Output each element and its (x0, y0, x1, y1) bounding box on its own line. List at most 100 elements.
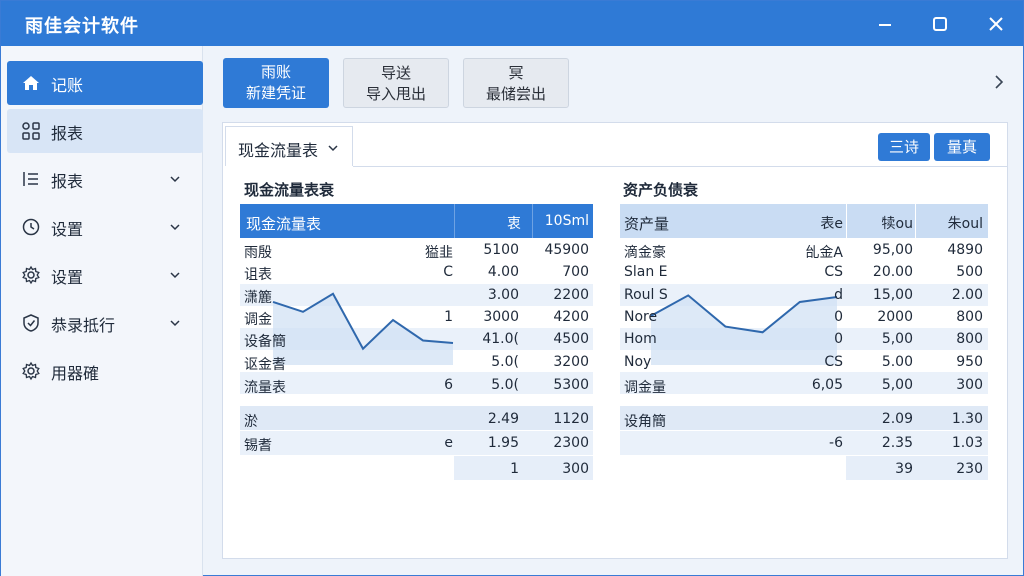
table-cell: C (443, 264, 453, 280)
table-cell: Hom (624, 331, 657, 347)
table-cell: 45900 (544, 242, 589, 258)
button-line-1: 冥 (508, 64, 524, 82)
table-cell: 5,00 (881, 331, 913, 347)
button-line-2: 导入甩出 (365, 85, 426, 103)
table-cell: Noy (624, 354, 652, 370)
sidebar-item-label: 记账 (51, 76, 84, 95)
table-cell: 15,00 (872, 287, 913, 303)
table-cell: 6 (444, 377, 453, 393)
chevron-down-icon (167, 219, 183, 235)
button-line-1: 雨账 (260, 63, 291, 81)
table-cell: 潇簏 (244, 290, 272, 306)
gear-icon (21, 265, 41, 285)
table-cell: 300 (956, 377, 983, 393)
filter-button[interactable]: 三诗 (878, 133, 930, 161)
clock-icon (21, 217, 41, 237)
sidebar-item-bookkeeping[interactable]: 记账 (7, 61, 203, 105)
table-cell: 獈韭 (425, 245, 453, 261)
button-line-1: 导送 (380, 64, 411, 82)
total-cell: 1 (510, 461, 519, 477)
total-cell: 设角簡 (624, 414, 666, 430)
total-cell: 300 (562, 461, 589, 477)
sidebar-item-label: 设置 (51, 268, 84, 287)
table-cell: 4.00 (487, 264, 519, 280)
table-cell: 5300 (553, 377, 589, 393)
gear-icon (21, 361, 41, 381)
table-cell: 4890 (947, 242, 983, 258)
list-icon (21, 169, 41, 189)
new-voucher-button[interactable]: 雨账 新建凭证 (223, 58, 329, 108)
total-cell: 锡耆 (244, 438, 272, 454)
column-divider (915, 204, 916, 238)
chevron-down-icon (326, 140, 340, 154)
app-title: 雨佳会计软件 (25, 16, 139, 37)
sidebar-item-settings-2[interactable]: 设置 (7, 253, 203, 297)
total-cell: 2.49 (487, 411, 519, 427)
table-cell: 41.0( (482, 331, 519, 347)
report-selector[interactable]: 现金流量表 (225, 126, 353, 166)
sidebar-item-label: 设置 (51, 220, 84, 239)
table-cell: 诅表 (244, 267, 272, 283)
column-divider (454, 204, 455, 238)
maximize-icon[interactable] (929, 13, 951, 35)
table-cell: 4500 (553, 331, 589, 347)
table-cell: 1 (444, 309, 453, 325)
grid-icon (21, 121, 41, 141)
table-cell: 5,00 (881, 377, 913, 393)
header-cell: 表e (820, 216, 843, 232)
header-cell: 朱oul (947, 216, 983, 232)
table-cell: 4200 (553, 309, 589, 325)
table-cell: 3000 (483, 309, 519, 325)
total-cell: 230 (956, 461, 983, 477)
trend-area (273, 293, 453, 365)
tab-divider (353, 166, 1007, 167)
table-cell: 雨殷 (244, 245, 272, 261)
chevron-right-icon[interactable] (991, 73, 1007, 91)
total-cell: 39 (895, 461, 913, 477)
chevron-down-icon (167, 315, 183, 331)
sidebar-item-security[interactable]: 恭录抵行 (7, 301, 203, 345)
table-cell: 调金 (244, 312, 272, 328)
table-cell: 6,05 (811, 377, 843, 393)
view-button[interactable]: 量真 (934, 133, 990, 161)
sidebar-item-tools[interactable]: 用器確 (7, 349, 203, 393)
sidebar-item-reports[interactable]: 报表 (7, 109, 203, 153)
chevron-down-icon (167, 267, 183, 283)
app-window: 雨佳会计软件 记账 报表 报表 设置 设置 恭录抵行 用器確 雨账 新建凭证 导… (0, 0, 1024, 576)
minimize-icon[interactable] (874, 13, 896, 35)
table-cell: 20.00 (872, 264, 913, 280)
total-cell: e (444, 435, 453, 451)
extra-button[interactable]: 冥 最储尝出 (463, 58, 569, 108)
sidebar-item-settings[interactable]: 设置 (7, 205, 203, 249)
header-cell: 犊ou (881, 216, 913, 232)
table-cell: 流量表 (244, 380, 286, 396)
balance-sheet-title: 资产负债衰 (623, 181, 699, 199)
table-cell: 讴金耆 (244, 357, 286, 373)
column-divider (846, 204, 847, 238)
home-icon (21, 73, 41, 93)
cash-flow-title: 现金流量表衰 (244, 181, 335, 199)
sidebar-item-label: 恭录抵行 (51, 316, 116, 335)
table-cell: 500 (956, 264, 983, 280)
sidebar-item-label: 报表 (51, 172, 84, 191)
table-cell: d (834, 287, 843, 303)
header-cell: 衷 (507, 216, 521, 232)
button-line-2: 最储尝出 (485, 85, 546, 103)
table-cell: 2.00 (951, 287, 983, 303)
table-cell: 3200 (553, 354, 589, 370)
sidebar-item-label: 用器確 (51, 364, 100, 383)
table-cell: Nore (624, 309, 658, 325)
table-cell: 乨金A (805, 245, 843, 261)
table-cell: 5.00 (881, 354, 913, 370)
shield-icon (21, 313, 41, 333)
table-cell: Roul S (624, 287, 668, 303)
total-cell: 淤 (244, 414, 258, 430)
sidebar-item-reports-list[interactable]: 报表 (7, 157, 203, 201)
table-cell: 5.0( (491, 354, 519, 370)
total-cell: 2.09 (881, 411, 913, 427)
chevron-down-icon (167, 171, 183, 187)
close-icon[interactable] (985, 13, 1007, 35)
total-cell: 1120 (553, 411, 589, 427)
total-cell: 2300 (553, 435, 589, 451)
import-export-button[interactable]: 导送 导入甩出 (343, 58, 449, 108)
